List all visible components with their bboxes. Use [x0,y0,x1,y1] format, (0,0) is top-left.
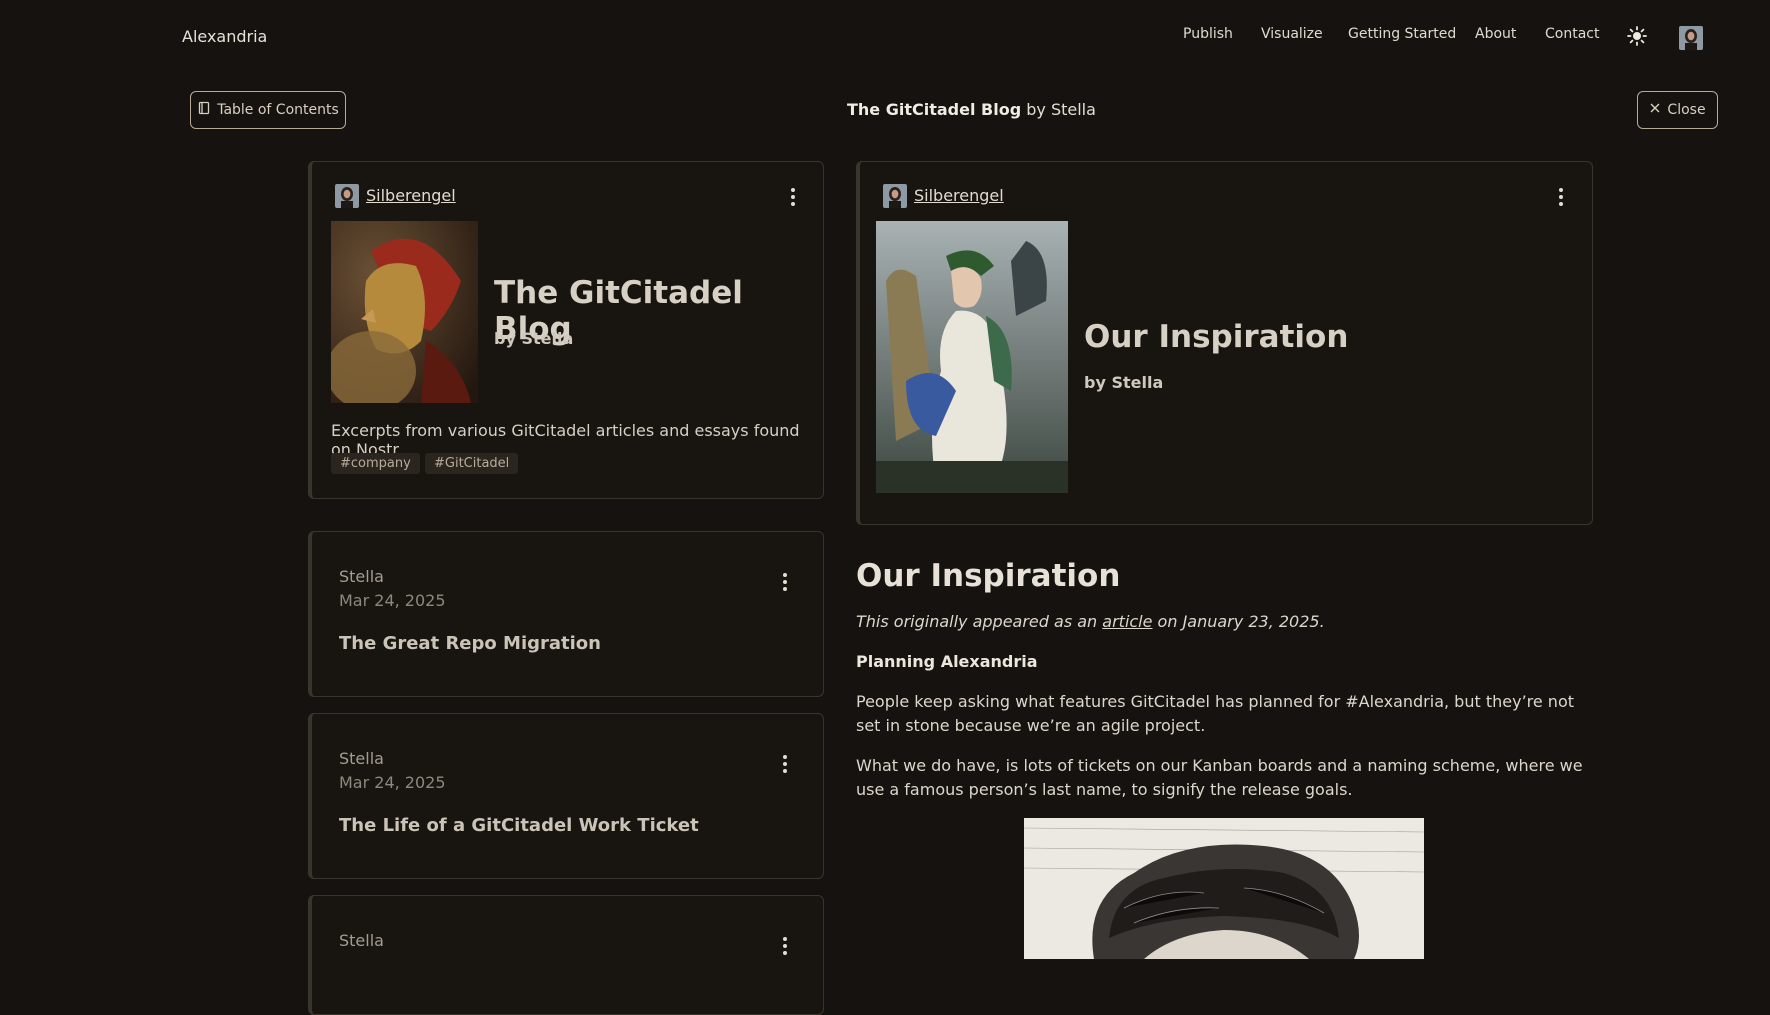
article-heading: Our Inspiration [856,558,1121,594]
note-pre: This originally appeared as an [856,612,1103,631]
article-link[interactable]: article [1102,612,1152,631]
list-item-author: Stella [339,567,384,586]
book-icon [197,101,211,119]
close-button[interactable]: Close [1637,91,1718,129]
more-options-icon[interactable] [783,573,787,594]
author-avatar [335,184,359,208]
article-engraving-image [1024,818,1424,959]
nav-getting-started[interactable]: Getting Started [1348,26,1456,42]
article-cover-image [876,221,1068,493]
list-item[interactable]: Stella Mar 24, 2025 The Life of a GitCit… [308,713,824,879]
more-options-icon[interactable] [783,937,787,958]
list-item-title: The Life of a GitCitadel Work Ticket [339,815,699,836]
blog-cover-image [331,221,478,403]
nav-about[interactable]: About [1475,26,1516,42]
author-link[interactable]: Silberengel [366,186,456,205]
article-paragraph-1: People keep asking what features GitCita… [856,692,1575,735]
article-card-title: Our Inspiration [1084,319,1349,355]
page-title: The GitCitadel Blog by Stella [847,100,1096,119]
article-subheading: Planning Alexandria [856,652,1038,671]
detail-card: Silberengel Our Inspiration by Stella [856,161,1593,525]
list-item-date: Mar 24, 2025 [339,591,446,610]
article-origin-note: This originally appeared as an article o… [856,612,1325,631]
page-title-bold: The GitCitadel Blog [847,100,1022,119]
list-item[interactable]: Stella Mar 24, 2025 The Great Repo Migra… [308,531,824,697]
app-brand[interactable]: Alexandria [182,27,267,46]
nav-visualize[interactable]: Visualize [1261,26,1323,42]
nav-contact[interactable]: Contact [1545,26,1599,42]
author-link[interactable]: Silberengel [914,186,1004,205]
list-item[interactable]: Stella [308,895,824,1015]
close-label: Close [1667,102,1706,118]
user-avatar[interactable] [1679,26,1703,50]
blog-card: Silberengel The GitCitadel Blog by Stell… [308,161,824,499]
article-card-byline: by Stella [1084,373,1164,392]
list-item-title: The Great Repo Migration [339,633,601,654]
note-post: on January 23, 2025. [1152,612,1325,631]
tag-gitcitadel[interactable]: #GitCitadel [425,453,519,474]
toc-label: Table of Contents [217,102,339,118]
page-title-author: by Stella [1021,100,1096,119]
list-item-author: Stella [339,931,384,950]
close-icon [1649,102,1661,118]
sun-icon[interactable] [1626,25,1648,47]
more-options-icon[interactable] [783,755,787,776]
more-options-icon[interactable] [1559,188,1563,209]
article-paragraph-2: What we do have, is lots of tickets on o… [856,756,1583,799]
list-item-author: Stella [339,749,384,768]
list-item-date: Mar 24, 2025 [339,773,446,792]
more-options-icon[interactable] [791,188,795,209]
tag-company[interactable]: #company [331,453,420,474]
table-of-contents-button[interactable]: Table of Contents [190,91,346,129]
blog-byline: by Stella [494,329,574,348]
author-avatar [883,184,907,208]
nav-publish[interactable]: Publish [1183,26,1233,42]
